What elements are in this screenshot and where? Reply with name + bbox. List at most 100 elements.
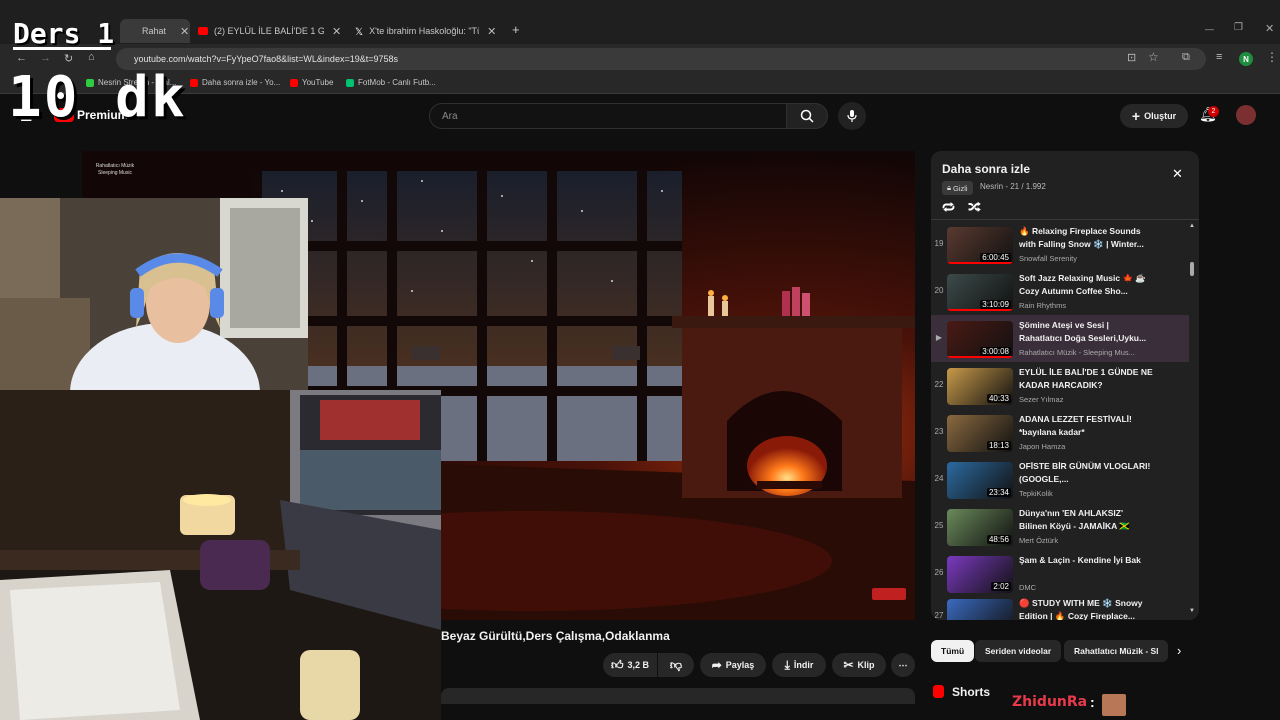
home-icon[interactable]: ⌂	[88, 51, 95, 63]
bookmark-star-icon[interactable]: ☆	[1148, 50, 1159, 64]
dislike-button[interactable]: 👎︎	[658, 653, 694, 677]
more-actions-button[interactable]: ⋯	[891, 653, 915, 677]
shuffle-icon[interactable]: 🔀︎	[968, 198, 981, 217]
lesson-overlay: Ders 1	[13, 17, 115, 50]
fotmob-icon	[346, 78, 354, 87]
playlist-item[interactable]: 20 3:10:09 Soft Jazz Relaxing Music 🍁 ☕ Co…	[931, 268, 1189, 315]
video-duration: 2:02	[991, 582, 1011, 591]
playlist-meta: Nesrin - 21 / 1.992	[980, 182, 1046, 191]
mic-icon	[847, 110, 857, 122]
chip-all[interactable]: Tümü	[931, 640, 975, 662]
playlist-item-title[interactable]: Şam & Laçin - Kendine İyi Bak	[1019, 554, 1153, 567]
playlist-thumbnail[interactable]: 3:10:09	[947, 274, 1013, 311]
bookmark-label: FotMob - Canlı Futb...	[358, 78, 436, 87]
like-button[interactable]: 👍︎ 3,2 B	[603, 653, 657, 677]
playlist-item-channel: Rain Rhythms	[1019, 301, 1067, 310]
video-duration: 48:56	[986, 535, 1011, 544]
playlist-scrollbar[interactable]	[1190, 262, 1194, 276]
playlist-thumbnail[interactable]	[947, 599, 1013, 620]
minimize-button[interactable]: —	[1205, 24, 1214, 34]
menu-icon[interactable]: ⋮	[1266, 50, 1278, 64]
tab-bali[interactable]: (2) EYLÜL İLE BALİ'DE 1 GÜNDE ✕	[198, 19, 343, 43]
tab-close-icon[interactable]: ✕	[332, 25, 341, 38]
back-icon[interactable]: ←	[16, 52, 27, 64]
playlist-thumbnail[interactable]: 40:33	[947, 368, 1013, 405]
clip-label: Klip	[857, 660, 875, 670]
extensions-icon[interactable]: ⧉	[1182, 51, 1190, 64]
playlist-item[interactable]: 27 🔴 STUDY WITH ME ❄️ Snowy Edition | 🔥 C…	[931, 593, 1189, 620]
playlist-item-title[interactable]: OFİSTE BİR GÜNÜM VLOGLARI! (GOOGLE,...	[1019, 460, 1153, 486]
share-button[interactable]: ➦ Paylaş	[700, 653, 766, 677]
playlist-item-title[interactable]: 🔥 Relaxing Fireplace Sounds with Falling…	[1019, 225, 1153, 251]
youtube-icon	[190, 78, 198, 87]
x-icon: 𝕏	[355, 27, 364, 38]
close-icon[interactable]: ✕	[1172, 166, 1183, 182]
bookmark-fotmob[interactable]: FotMob - Canlı Futb...	[346, 78, 436, 87]
reload-icon[interactable]: ↻	[64, 52, 73, 65]
playlist-item-title[interactable]: Şömine Ateşi ve Sesi | Rahatlatıcı Doğa …	[1019, 319, 1153, 345]
install-icon[interactable]: ⊡	[1127, 51, 1136, 64]
playlist-item[interactable]: 26 2:02 Şam & Laçin - Kendine İyi Bak DMC	[931, 550, 1189, 597]
tab-x[interactable]: 𝕏 X'te ibrahim Haskoloğlu: "Türk ✕	[355, 19, 500, 43]
account-avatar[interactable]	[1236, 105, 1256, 125]
playlist-item-title[interactable]: Soft Jazz Relaxing Music 🍁 ☕ Cozy Autumn…	[1019, 272, 1153, 298]
playlist-item[interactable]: 19 6:00:45 🔥 Relaxing Fireplace Sounds wit…	[931, 221, 1189, 268]
window-close-button[interactable]: ✕	[1265, 22, 1274, 35]
download-button[interactable]: ⤓ İndir	[772, 653, 826, 677]
clip-button[interactable]: ✂ Klip	[832, 653, 886, 677]
video-duration: 23:34	[986, 488, 1011, 497]
playlist-item-title[interactable]: ADANA LEZZET FESTİVALİ! *bayılana kadar*	[1019, 413, 1153, 439]
scroll-up-icon[interactable]: ▲	[1189, 223, 1195, 229]
playlist-thumbnail[interactable]: 6:00:45	[947, 227, 1013, 264]
search-button[interactable]	[786, 103, 828, 129]
chevron-right-icon[interactable]: ›	[1177, 643, 1181, 658]
description-box[interactable]	[441, 688, 915, 704]
playlist-thumbnail[interactable]: 2:02	[947, 556, 1013, 593]
loop-icon[interactable]: 🔁︎	[942, 198, 955, 217]
profile-avatar[interactable]: N	[1239, 52, 1253, 66]
playlist-item[interactable]: 24 23:34 OFİSTE BİR GÜNÜM VLOGLARI! (GOOGL…	[931, 456, 1189, 503]
video-duration: 3:00:08	[980, 347, 1011, 356]
bookmark-youtube[interactable]: YouTube	[290, 78, 333, 87]
search-input[interactable]: Ara	[429, 103, 786, 129]
media-icon[interactable]: ≡	[1216, 51, 1222, 63]
playlist-item-title[interactable]: EYLÜL İLE BALİ'DE 1 GÜNDE NE KADAR HARCA…	[1019, 366, 1153, 392]
playlist-thumbnail[interactable]: 18:13	[947, 415, 1013, 452]
shorts-icon	[933, 685, 944, 698]
chip-series[interactable]: Seriden videolar	[975, 640, 1062, 662]
lock-icon: 🔒︎	[947, 183, 951, 192]
playlist-thumbnail[interactable]: 23:34	[947, 462, 1013, 499]
create-button[interactable]: + Oluştur	[1120, 104, 1188, 128]
url-bar[interactable]: youtube.com/watch?v=FyYpeO7fao8&list=WL&…	[116, 48, 1206, 70]
playlist-index: 26	[934, 568, 944, 577]
maximize-button[interactable]: ❐	[1234, 22, 1243, 33]
youtube-icon	[198, 27, 208, 35]
chat-username: ZhidunRa	[1012, 694, 1088, 710]
watch-progress-bar	[947, 356, 1013, 358]
playlist-item[interactable]: 25 48:56 Dünya'nın 'EN AHLAKSIZ' Bilinen K…	[931, 503, 1189, 550]
bookmark-watch-later[interactable]: Daha sonra izle - Yo...	[190, 78, 280, 87]
chip-label: Tümü	[941, 646, 965, 656]
playlist-thumbnail[interactable]: 3:00:08	[947, 321, 1013, 358]
chip-channel[interactable]: Rahatlatıcı Müzik - Sl	[1064, 640, 1168, 662]
voice-search-button[interactable]	[838, 102, 866, 130]
forward-icon[interactable]: →	[40, 52, 51, 64]
playlist-item[interactable]: 22 40:33 EYLÜL İLE BALİ'DE 1 GÜNDE NE KADA…	[931, 362, 1189, 409]
playlist-item[interactable]: ▶ 3:00:08 Şömine Ateşi ve Sesi | Rahatlatı…	[931, 315, 1189, 362]
playlist-thumbnail[interactable]: 48:56	[947, 509, 1013, 546]
playlist-index: 23	[934, 427, 944, 436]
playlist-item-channel: Japon Hamza	[1019, 442, 1066, 451]
more-icon: ⋯	[898, 659, 908, 670]
tab-close-icon[interactable]: ✕	[180, 25, 189, 38]
video-duration: 18:13	[986, 441, 1011, 450]
playlist-item[interactable]: 23 18:13 ADANA LEZZET FESTİVALİ! *bayılana…	[931, 409, 1189, 456]
watch-progress-bar	[947, 309, 1013, 311]
webcam-desk-image	[0, 390, 441, 720]
playlist-item-title[interactable]: Dünya'nın 'EN AHLAKSIZ' Bilinen Köyü - J…	[1019, 507, 1153, 533]
tab-active[interactable]: Rahat ✕	[120, 19, 190, 43]
playlist-title[interactable]: Daha sonra izle	[942, 162, 1030, 176]
new-tab-button[interactable]: +	[512, 22, 520, 37]
playlist-item-title[interactable]: 🔴 STUDY WITH ME ❄️ Snowy Edition | 🔥 Coz…	[1019, 597, 1153, 620]
scroll-down-icon[interactable]: ▼	[1189, 608, 1195, 614]
tab-close-icon[interactable]: ✕	[487, 25, 496, 38]
